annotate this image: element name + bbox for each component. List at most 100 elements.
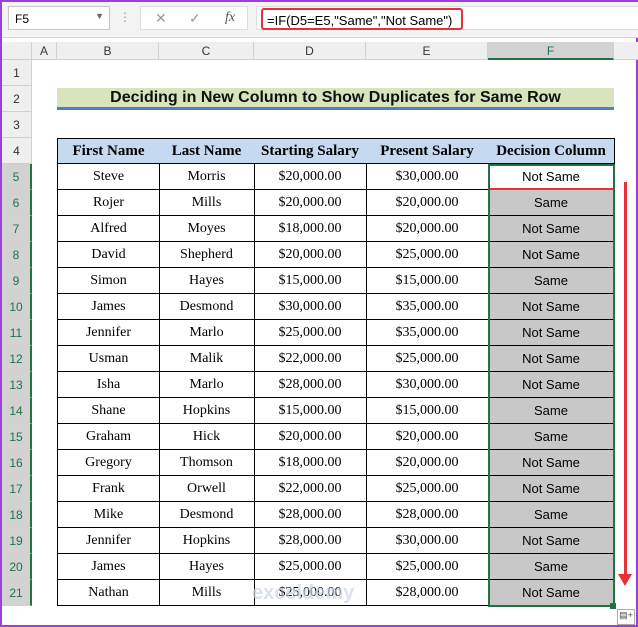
table-cell[interactable]: $25,000.00 [366, 242, 489, 268]
row-header-11[interactable]: 11 [2, 320, 32, 346]
table-cell[interactable]: $20,000.00 [366, 190, 489, 216]
table-cell[interactable]: Morris [159, 164, 255, 190]
column-header-f[interactable]: F [488, 42, 614, 60]
table-cell[interactable]: $28,000.00 [366, 502, 489, 528]
table-cell[interactable]: $28,000.00 [254, 528, 367, 554]
decision-cell[interactable]: Same [488, 190, 615, 216]
table-cell[interactable]: $20,000.00 [254, 190, 367, 216]
table-cell[interactable]: $15,000.00 [366, 398, 489, 424]
decision-cell[interactable]: Not Same [488, 580, 615, 606]
column-header-e[interactable]: E [366, 42, 488, 60]
table-cell[interactable]: Shepherd [159, 242, 255, 268]
table-cell[interactable]: $25,000.00 [366, 554, 489, 580]
table-cell[interactable]: $20,000.00 [366, 424, 489, 450]
decision-cell[interactable]: Not Same [488, 346, 615, 372]
table-cell[interactable]: David [57, 242, 160, 268]
row-header-19[interactable]: 19 [2, 528, 32, 554]
row-header-18[interactable]: 18 [2, 502, 32, 528]
quick-analysis-icon[interactable]: ▤+ [617, 609, 635, 625]
table-cell[interactable]: Mills [159, 580, 255, 606]
table-cell[interactable]: $28,000.00 [254, 502, 367, 528]
decision-cell[interactable]: Same [488, 398, 615, 424]
table-header[interactable]: Present Salary [366, 138, 489, 164]
table-cell[interactable]: $20,000.00 [254, 164, 367, 190]
table-cell[interactable]: Shane [57, 398, 160, 424]
table-cell[interactable]: Desmond [159, 294, 255, 320]
table-cell[interactable]: $20,000.00 [254, 424, 367, 450]
table-cell[interactable]: $30,000.00 [366, 164, 489, 190]
column-header-a[interactable]: A [32, 42, 57, 60]
decision-cell[interactable]: Not Same [488, 476, 615, 502]
row-header-9[interactable]: 9 [2, 268, 32, 294]
table-cell[interactable]: Frank [57, 476, 160, 502]
select-all-corner[interactable] [2, 42, 32, 60]
table-header[interactable]: Last Name [159, 138, 255, 164]
decision-cell[interactable]: Not Same [488, 528, 615, 554]
column-header-d[interactable]: D [254, 42, 366, 60]
decision-cell[interactable]: Not Same [488, 294, 615, 320]
table-cell[interactable]: Nathan [57, 580, 160, 606]
table-cell[interactable]: $30,000.00 [254, 294, 367, 320]
table-cell[interactable]: $25,000.00 [366, 476, 489, 502]
row-header-5[interactable]: 5 [2, 164, 32, 190]
decision-cell[interactable]: Not Same [488, 372, 615, 398]
row-header-12[interactable]: 12 [2, 346, 32, 372]
table-cell[interactable]: $30,000.00 [366, 372, 489, 398]
row-header-13[interactable]: 13 [2, 372, 32, 398]
table-cell[interactable]: $25,000.00 [254, 320, 367, 346]
table-cell[interactable]: $18,000.00 [254, 450, 367, 476]
table-cell[interactable]: Malik [159, 346, 255, 372]
table-cell[interactable]: James [57, 554, 160, 580]
table-cell[interactable]: Mills [159, 190, 255, 216]
table-cell[interactable]: Rojer [57, 190, 160, 216]
row-header-8[interactable]: 8 [2, 242, 32, 268]
table-cell[interactable]: $22,000.00 [254, 346, 367, 372]
table-cell[interactable]: Hayes [159, 554, 255, 580]
column-header-c[interactable]: C [159, 42, 254, 60]
table-cell[interactable]: Orwell [159, 476, 255, 502]
formula-input[interactable]: =IF(D5=E5,"Same","Not Same") [256, 6, 638, 30]
row-header-3[interactable]: 3 [2, 112, 32, 138]
table-cell[interactable]: Graham [57, 424, 160, 450]
decision-cell[interactable]: Not Same [488, 164, 615, 190]
table-cell[interactable]: Desmond [159, 502, 255, 528]
table-cell[interactable]: Thomson [159, 450, 255, 476]
row-header-16[interactable]: 16 [2, 450, 32, 476]
table-cell[interactable]: $20,000.00 [366, 450, 489, 476]
table-cell[interactable]: Isha [57, 372, 160, 398]
table-cell[interactable]: Usman [57, 346, 160, 372]
table-cell[interactable]: $35,000.00 [366, 294, 489, 320]
table-cell[interactable]: $15,000.00 [254, 268, 367, 294]
row-header-15[interactable]: 15 [2, 424, 32, 450]
table-cell[interactable]: $20,000.00 [254, 242, 367, 268]
decision-cell[interactable]: Not Same [488, 450, 615, 476]
table-cell[interactable]: Hayes [159, 268, 255, 294]
table-cell[interactable]: Hick [159, 424, 255, 450]
table-cell[interactable]: Jennifer [57, 320, 160, 346]
table-cell[interactable]: Hopkins [159, 398, 255, 424]
table-cell[interactable]: James [57, 294, 160, 320]
table-cell[interactable]: Gregory [57, 450, 160, 476]
table-cell[interactable]: Hopkins [159, 528, 255, 554]
enter-icon[interactable]: ✓ [189, 10, 201, 27]
name-box[interactable]: F5 ▼ [8, 6, 110, 30]
table-cell[interactable]: Simon [57, 268, 160, 294]
chevron-down-icon[interactable]: ▼ [95, 11, 104, 21]
row-header-21[interactable]: 21 [2, 580, 32, 606]
table-header[interactable]: Decision Column [488, 138, 615, 164]
table-cell[interactable]: Jennifer [57, 528, 160, 554]
table-cell[interactable]: $20,000.00 [366, 216, 489, 242]
row-header-6[interactable]: 6 [2, 190, 32, 216]
table-cell[interactable]: $30,000.00 [366, 528, 489, 554]
decision-cell[interactable]: Not Same [488, 242, 615, 268]
decision-cell[interactable]: Same [488, 502, 615, 528]
table-cell[interactable]: $15,000.00 [366, 268, 489, 294]
row-header-10[interactable]: 10 [2, 294, 32, 320]
decision-cell[interactable]: Same [488, 268, 615, 294]
table-cell[interactable]: Marlo [159, 372, 255, 398]
table-cell[interactable]: $25,000.00 [366, 346, 489, 372]
decision-cell[interactable]: Not Same [488, 320, 615, 346]
row-header-17[interactable]: 17 [2, 476, 32, 502]
column-header-b[interactable]: B [57, 42, 159, 60]
table-cell[interactable]: Alfred [57, 216, 160, 242]
